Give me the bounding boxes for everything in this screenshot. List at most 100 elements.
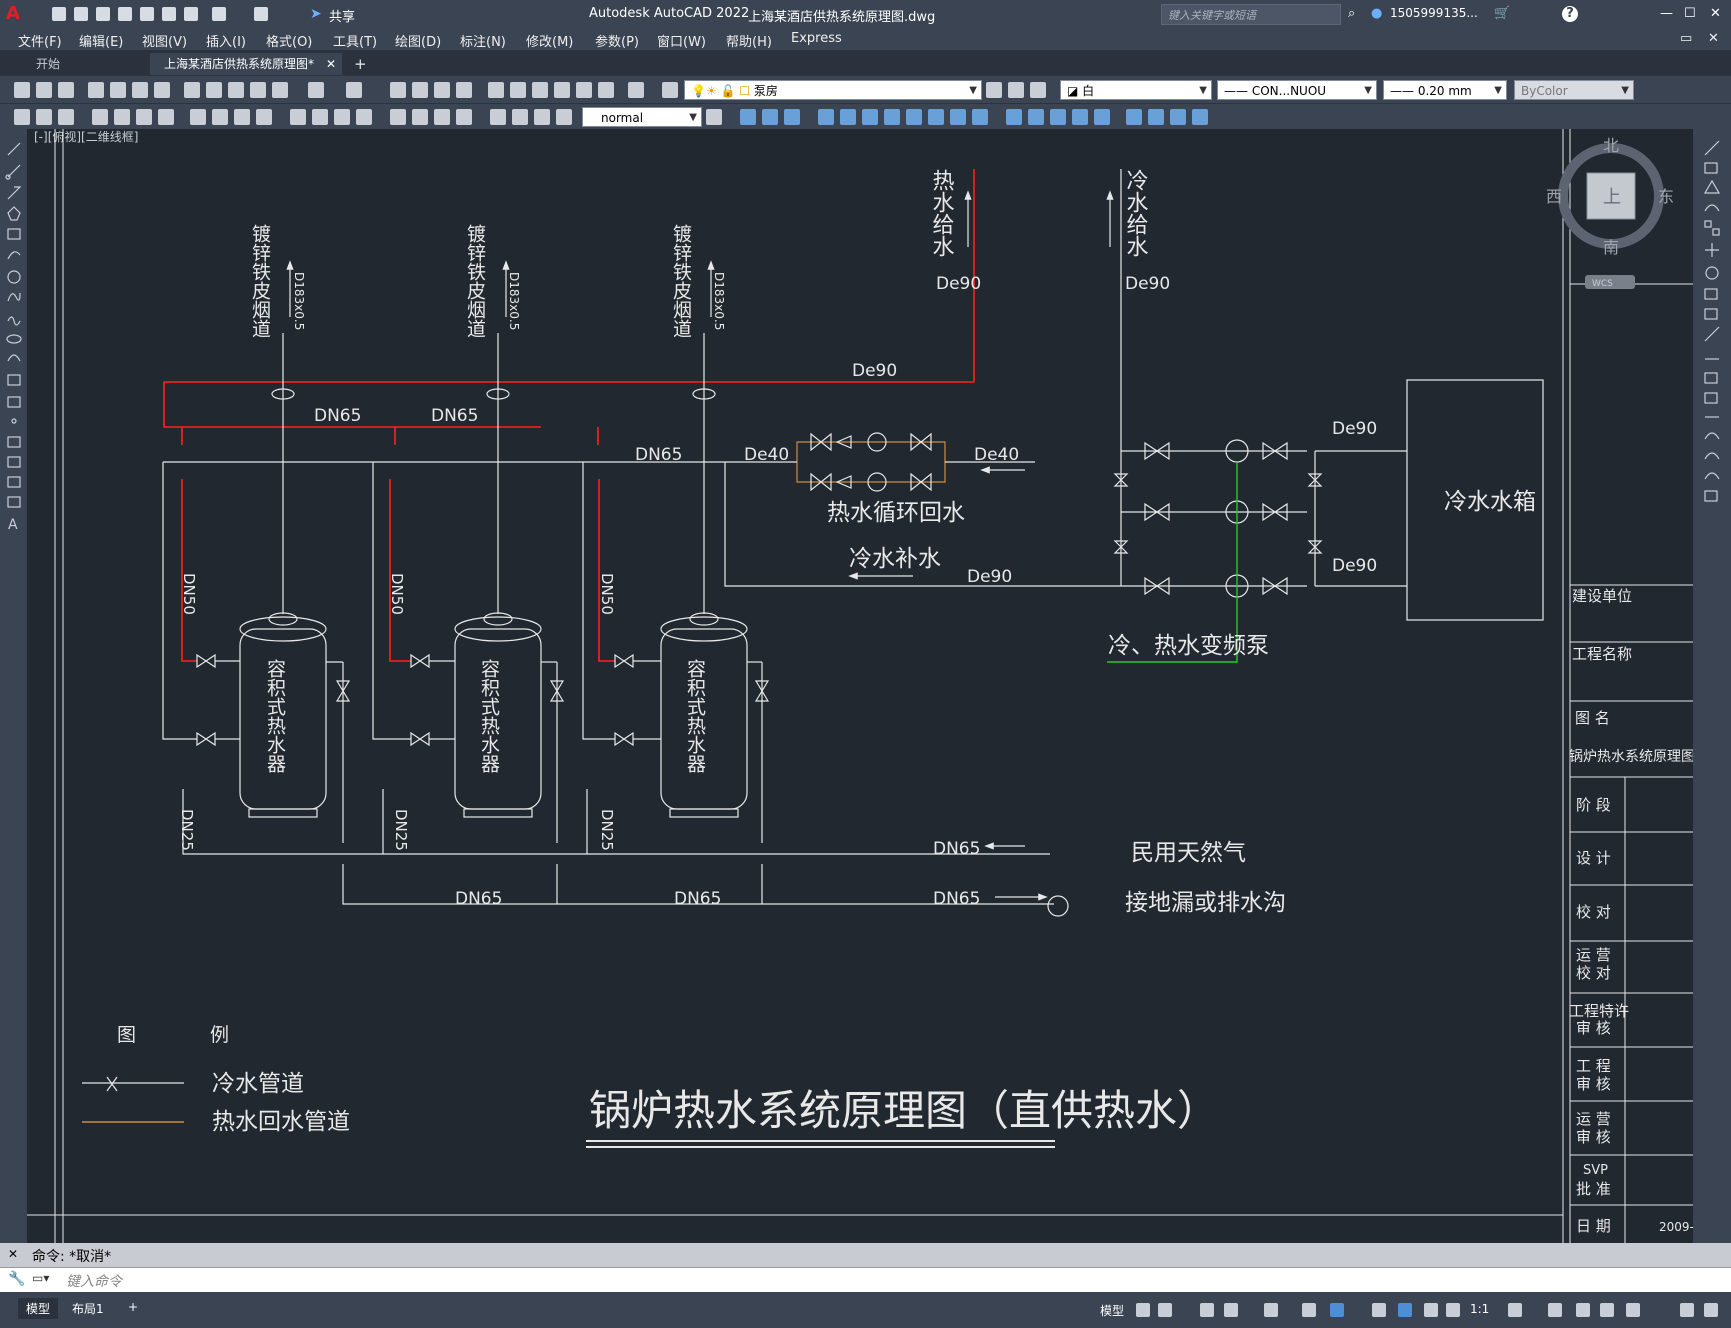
thicken-icon[interactable] (1170, 109, 1186, 125)
imprint-icon[interactable] (1006, 109, 1022, 125)
tolerance-icon[interactable] (334, 109, 350, 125)
dim-arc-icon[interactable] (58, 109, 74, 125)
dim-reassoc-icon[interactable] (556, 109, 572, 125)
3d-print-icon[interactable] (154, 82, 170, 98)
drawing-canvas[interactable]: [-][俯视][二维线框] 建设单位 工程名称 图 名 锅炉热水系统原理图 阶 … (27, 129, 1693, 1243)
tab-start[interactable]: 开始 (22, 53, 150, 75)
dim-style-manager-icon[interactable] (706, 109, 722, 125)
inspect-icon[interactable] (390, 109, 406, 125)
menu-draw[interactable]: 绘图(D) (395, 31, 441, 50)
dim-aligned-icon[interactable] (36, 109, 52, 125)
print-icon[interactable] (184, 7, 198, 21)
calculator-icon[interactable] (598, 82, 614, 98)
save-as-icon[interactable] (118, 7, 132, 21)
save-icon[interactable] (58, 82, 74, 98)
subtract-icon[interactable] (762, 109, 778, 125)
menu-insert[interactable]: 插入(I) (206, 31, 246, 50)
dim-baseline-icon[interactable] (234, 109, 250, 125)
viewcube-north[interactable]: 北 (1603, 136, 1619, 155)
dim-style-icon[interactable] (512, 109, 528, 125)
menu-modify[interactable]: 修改(M) (526, 31, 573, 50)
maximize-icon[interactable]: ☐ (1684, 6, 1696, 21)
viewcube[interactable]: 上 北 南 东 西 WCS (1546, 136, 1674, 289)
copy-faces-icon[interactable] (950, 109, 966, 125)
taper-faces-icon[interactable] (928, 109, 944, 125)
share-icon[interactable]: ➤ (310, 6, 322, 22)
help-button[interactable]: ? (1562, 6, 1578, 22)
close-icon[interactable]: ✕ (1710, 6, 1721, 21)
center-mark-icon[interactable] (356, 109, 372, 125)
new-icon[interactable] (14, 82, 30, 98)
delete-faces-icon[interactable] (884, 109, 900, 125)
extrude-faces-icon[interactable] (818, 109, 834, 125)
help-icon[interactable] (628, 82, 644, 98)
user-name[interactable]: 1505999135... (1390, 6, 1478, 20)
properties-icon[interactable] (488, 82, 504, 98)
user-icon[interactable]: ● (1371, 6, 1382, 21)
ortho-icon[interactable] (1200, 1303, 1214, 1317)
offset-faces-icon[interactable] (862, 109, 878, 125)
isolate-icon[interactable] (1576, 1303, 1590, 1317)
add-icon[interactable] (1548, 1303, 1562, 1317)
menu-dimension[interactable]: 标注(N) (460, 31, 506, 50)
search-input[interactable]: 键入关键字或短语 (1161, 4, 1341, 25)
move-faces-icon[interactable] (840, 109, 856, 125)
undo-icon[interactable] (308, 82, 324, 98)
polar-icon[interactable] (1224, 1303, 1238, 1317)
dim-ordinate-icon[interactable] (92, 109, 108, 125)
menu-tools[interactable]: 工具(T) (333, 31, 377, 50)
clean-icon[interactable] (1028, 109, 1044, 125)
dim-override-icon[interactable] (534, 109, 550, 125)
close-command-icon[interactable]: ✕ (8, 1247, 18, 1261)
dim-continue-icon[interactable] (256, 109, 272, 125)
intersect-icon[interactable] (784, 109, 800, 125)
zoom-window-icon[interactable] (434, 82, 450, 98)
dim-update-icon[interactable] (490, 109, 506, 125)
new-icon[interactable] (52, 7, 66, 21)
menu-parametric[interactable]: 参数(P) (595, 31, 639, 50)
grid-icon[interactable] (1136, 1303, 1150, 1317)
preview-icon[interactable] (110, 82, 126, 98)
redo-icon[interactable] (346, 82, 362, 98)
color-dropdown[interactable]: ◪ 白 ▼ (1060, 80, 1212, 100)
dim-jogged-icon[interactable] (136, 109, 152, 125)
command-input[interactable]: 键入命令 (66, 1271, 122, 1291)
menu-express[interactable]: Express (791, 31, 842, 46)
dim-text-edit-icon[interactable] (456, 109, 472, 125)
annotation-visibility-icon[interactable] (1398, 1303, 1412, 1317)
open-icon[interactable] (74, 7, 88, 21)
dim-style-dropdown[interactable]: normal ▼ (582, 107, 702, 127)
publish-icon[interactable] (132, 82, 148, 98)
dim-angular-icon[interactable] (190, 109, 206, 125)
save-icon[interactable] (96, 7, 110, 21)
modify-tools-icons[interactable] (1693, 129, 1731, 549)
dim-radius-icon[interactable] (114, 109, 130, 125)
menu-view[interactable]: 视图(V) (142, 31, 187, 50)
pan-icon[interactable] (390, 82, 406, 98)
cut-icon[interactable] (184, 82, 200, 98)
zoom-realtime-icon[interactable] (412, 82, 428, 98)
viewcube-top-face[interactable]: 上 (1603, 187, 1621, 208)
annotation-scale-icon[interactable] (1446, 1303, 1460, 1317)
layer-manager-icon[interactable] (662, 82, 678, 98)
hardware-accel-icon[interactable] (1600, 1303, 1614, 1317)
dim-break-icon[interactable] (312, 109, 328, 125)
lineweight-dropdown[interactable]: —— 0.20 mm ▼ (1383, 80, 1507, 100)
dim-space-icon[interactable] (290, 109, 306, 125)
tool-palettes-icon[interactable] (532, 82, 548, 98)
layer-dropdown[interactable]: 💡☀ 🔓 ☐ 泵房 ▼ (684, 80, 982, 100)
plot-icon[interactable] (88, 82, 104, 98)
cart-icon[interactable]: 🛒 (1494, 6, 1510, 21)
annotation-scale-value[interactable]: 1:1 (1462, 1300, 1497, 1318)
osnap-icon[interactable] (1330, 1303, 1344, 1317)
redo-icon[interactable] (254, 7, 268, 21)
tab-layout1[interactable]: 布局1 (64, 1298, 112, 1319)
paste-icon[interactable] (228, 82, 244, 98)
slice-icon[interactable] (1148, 109, 1164, 125)
isodraft-icon[interactable] (1264, 1303, 1278, 1317)
convert-icon[interactable] (1192, 109, 1208, 125)
auto-scale-icon[interactable] (1424, 1303, 1438, 1317)
draw-tools-icons[interactable]: A (0, 129, 27, 589)
menu-window[interactable]: 窗口(W) (657, 31, 706, 50)
minimize-icon[interactable]: — (1660, 6, 1673, 21)
